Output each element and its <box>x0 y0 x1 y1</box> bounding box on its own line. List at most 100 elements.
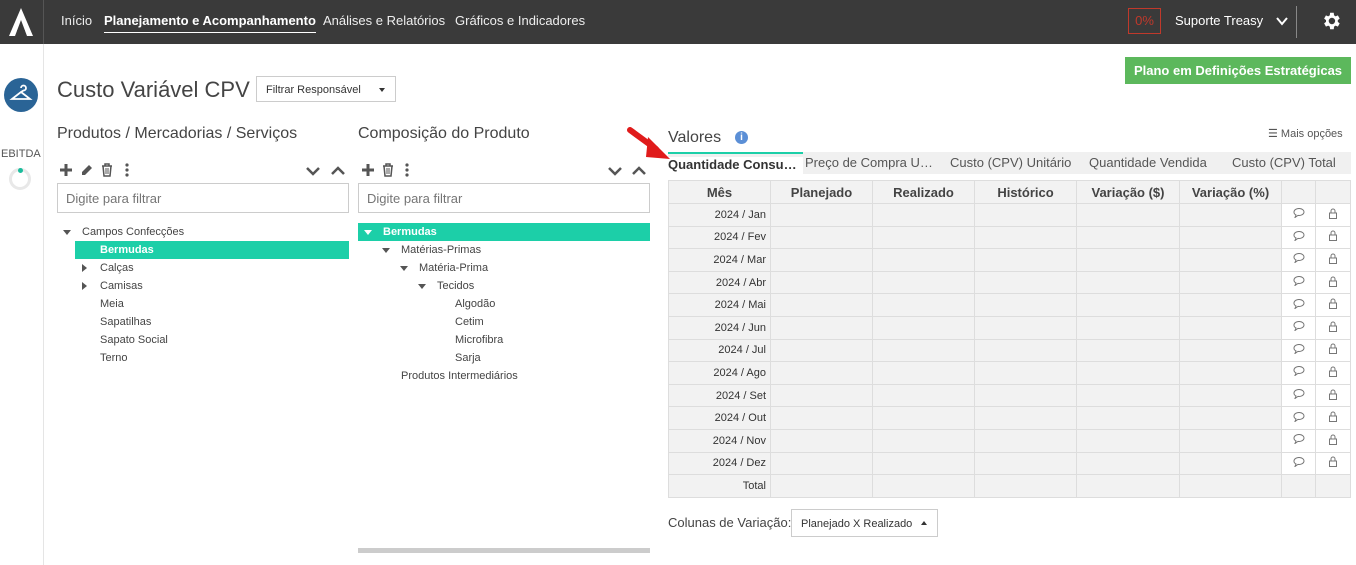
value-cell[interactable] <box>974 451 1077 476</box>
collapse-icon[interactable] <box>331 164 345 178</box>
value-cell[interactable] <box>974 361 1077 385</box>
variation-columns-select[interactable]: Planejado X Realizado <box>791 509 938 537</box>
col-variacao-pct[interactable]: Variação (%) <box>1179 180 1282 204</box>
kebab-icon[interactable] <box>120 163 134 177</box>
value-cell[interactable] <box>1179 451 1282 476</box>
trash-icon[interactable] <box>100 163 114 177</box>
comment-icon[interactable] <box>1281 270 1316 295</box>
tree-toggle-icon[interactable] <box>364 230 372 235</box>
comment-icon[interactable] <box>1281 338 1316 363</box>
value-cell[interactable] <box>872 451 975 476</box>
value-cell[interactable] <box>1076 361 1180 385</box>
pencil-icon[interactable] <box>80 163 94 177</box>
col-realizado[interactable]: Realizado <box>872 180 975 204</box>
tree-item-algodao[interactable]: Algodão <box>455 298 495 310</box>
lock-icon[interactable] <box>1315 315 1351 340</box>
nav-graficos[interactable]: Gráficos e Indicadores <box>455 13 585 28</box>
value-cell[interactable] <box>1179 406 1282 430</box>
composition-filter-input[interactable] <box>358 183 650 213</box>
value-cell[interactable] <box>974 338 1077 363</box>
value-cell[interactable] <box>1076 315 1180 340</box>
value-cell[interactable] <box>872 293 975 317</box>
tree-item-terno[interactable]: Terno <box>100 352 128 364</box>
comment-icon[interactable] <box>1281 383 1316 408</box>
tree-item-campos[interactable]: Campos Confecções <box>82 226 184 238</box>
lock-icon[interactable] <box>1315 451 1351 476</box>
comment-icon[interactable] <box>1281 451 1316 476</box>
value-cell[interactable] <box>1179 383 1282 408</box>
value-cell[interactable] <box>1179 361 1282 385</box>
tree-item-cetim[interactable]: Cetim <box>455 316 484 328</box>
strategic-plan-button[interactable]: Plano em Definições Estratégicas <box>1125 57 1351 84</box>
value-cell[interactable] <box>1179 338 1282 363</box>
value-cell[interactable] <box>1076 428 1180 453</box>
comment-icon[interactable] <box>1281 361 1316 385</box>
responsible-filter-select[interactable]: Filtrar Responsável <box>256 76 396 102</box>
value-cell[interactable] <box>770 248 873 272</box>
lock-icon[interactable] <box>1315 293 1351 317</box>
value-cell[interactable] <box>872 248 975 272</box>
value-cell[interactable] <box>1076 248 1180 272</box>
value-cell[interactable] <box>974 203 1077 227</box>
comment-icon[interactable] <box>1281 203 1316 227</box>
value-cell[interactable] <box>872 406 975 430</box>
tree-item-calcas[interactable]: Calças <box>100 262 134 274</box>
tree-item-sapato-social[interactable]: Sapato Social <box>100 334 168 346</box>
value-cell[interactable] <box>1076 406 1180 430</box>
col-mes[interactable]: Mês <box>668 180 771 204</box>
tree-item-materias-primas[interactable]: Matérias-Primas <box>401 244 481 256</box>
products-filter-input[interactable] <box>57 183 349 213</box>
tree-toggle-icon[interactable] <box>400 266 408 271</box>
tree-item-tecidos[interactable]: Tecidos <box>437 280 474 292</box>
value-cell[interactable] <box>872 315 975 340</box>
tab-quantidade-vendida[interactable]: Quantidade Vendida <box>1089 155 1207 170</box>
tree-toggle-icon[interactable] <box>382 248 390 253</box>
comment-icon[interactable] <box>1281 248 1316 272</box>
chevron-down-icon[interactable] <box>1275 14 1289 28</box>
tab-custo-total[interactable]: Custo (CPV) Total <box>1232 155 1336 170</box>
tree-item-sarja[interactable]: Sarja <box>455 352 481 364</box>
value-cell[interactable] <box>974 428 1077 453</box>
expand-icon[interactable] <box>608 164 622 178</box>
lock-icon[interactable] <box>1315 428 1351 453</box>
value-cell[interactable] <box>872 203 975 227</box>
value-cell[interactable] <box>872 338 975 363</box>
lock-icon[interactable] <box>1315 361 1351 385</box>
value-cell[interactable] <box>770 270 873 295</box>
value-cell[interactable] <box>872 361 975 385</box>
value-cell[interactable] <box>770 361 873 385</box>
value-cell[interactable] <box>974 383 1077 408</box>
tree-item-produtos-intermediarios[interactable]: Produtos Intermediários <box>401 370 518 382</box>
comment-icon[interactable] <box>1281 293 1316 317</box>
value-cell[interactable] <box>974 293 1077 317</box>
value-cell[interactable] <box>1076 383 1180 408</box>
value-cell[interactable] <box>872 383 975 408</box>
value-cell[interactable] <box>974 270 1077 295</box>
value-cell[interactable] <box>974 406 1077 430</box>
value-cell[interactable] <box>770 451 873 476</box>
lock-icon[interactable] <box>1315 383 1351 408</box>
tree-item-camisas[interactable]: Camisas <box>100 280 143 292</box>
value-cell[interactable] <box>1076 203 1180 227</box>
collapse-icon[interactable] <box>632 164 646 178</box>
nav-analises[interactable]: Análises e Relatórios <box>323 13 445 28</box>
value-cell[interactable] <box>1076 293 1180 317</box>
tree-item-sapatilhas[interactable]: Sapatilhas <box>100 316 151 328</box>
value-cell[interactable] <box>770 383 873 408</box>
tab-quantidade-consumida[interactable]: Quantidade Consumida <box>668 157 803 177</box>
expand-icon[interactable] <box>306 164 320 178</box>
lock-icon[interactable] <box>1315 248 1351 272</box>
comment-icon[interactable] <box>1281 406 1316 430</box>
nav-inicio[interactable]: Início <box>61 13 92 28</box>
value-cell[interactable] <box>770 406 873 430</box>
tree-item-meia[interactable]: Meia <box>100 298 124 310</box>
tree-item-bermudas[interactable]: Bermudas <box>100 244 154 256</box>
value-cell[interactable] <box>1076 270 1180 295</box>
value-cell[interactable] <box>770 428 873 453</box>
value-cell[interactable] <box>872 225 975 250</box>
kebab-icon[interactable] <box>400 163 414 177</box>
col-variacao-valor[interactable]: Variação ($) <box>1076 180 1180 204</box>
lock-icon[interactable] <box>1315 406 1351 430</box>
plus-icon[interactable] <box>59 163 73 177</box>
tree-toggle-icon[interactable] <box>82 264 87 272</box>
